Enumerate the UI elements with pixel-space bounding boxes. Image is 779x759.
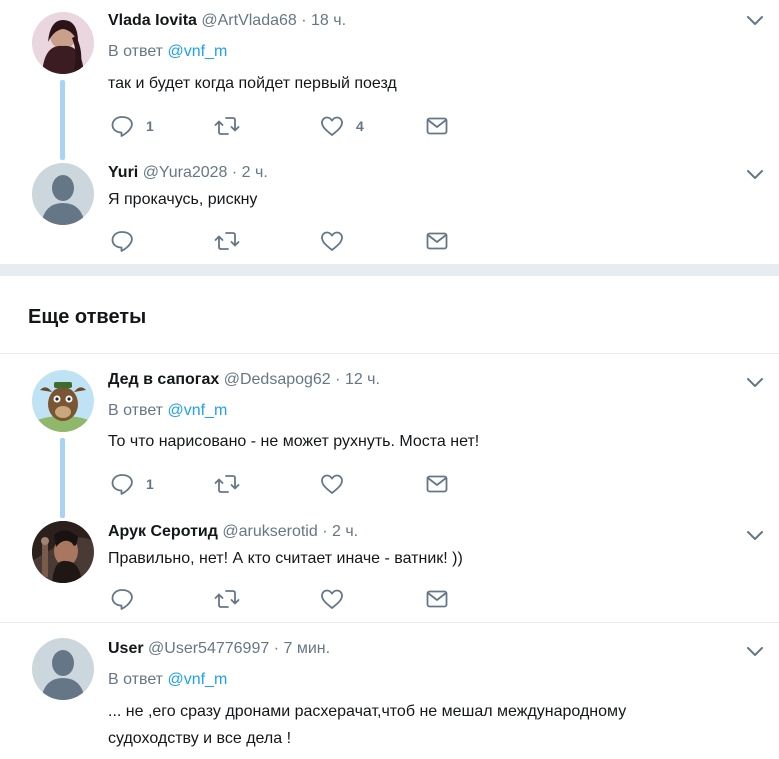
chevron-down-icon[interactable] — [745, 525, 765, 545]
reply-context: В ответ @vnf_m — [108, 401, 227, 421]
reply-count: 1 — [146, 118, 154, 134]
tweet-text: ... не ,его сразу дронами расхерачат,что… — [108, 703, 627, 747]
reply-mention-link[interactable]: @vnf_m — [167, 43, 227, 60]
reply-context: В ответ @vnf_m — [108, 42, 227, 62]
author-handle[interactable]: @Dedsapog62 — [224, 371, 331, 388]
author-name[interactable]: Арук Серотид — [108, 523, 218, 540]
author-name[interactable]: Vlada Iovita — [108, 12, 197, 29]
thread-line — [60, 80, 65, 160]
retweet-icon — [214, 232, 240, 250]
reply-prefix: В ответ — [108, 402, 164, 419]
separator-dot: · — [322, 523, 328, 540]
envelope-icon — [426, 117, 448, 135]
tweet-text: Я прокачусь, рискну — [108, 191, 258, 208]
reply-prefix: В ответ — [108, 43, 164, 60]
retweet-button[interactable] — [214, 229, 252, 253]
reply-button[interactable] — [110, 587, 146, 611]
avatar[interactable] — [32, 521, 94, 583]
retweet-icon — [214, 475, 240, 493]
avatar[interactable] — [32, 12, 94, 74]
separator-dot: · — [335, 371, 341, 388]
reply-mention-link[interactable]: @vnf_m — [167, 671, 227, 688]
avatar[interactable] — [32, 163, 94, 225]
tweet[interactable]: Дед в сапогах @Dedsapog62 · 12 ч. В отве… — [0, 354, 779, 518]
retweet-button[interactable] — [214, 587, 252, 611]
tweet-actions — [108, 587, 508, 611]
author-handle[interactable]: @Yura2028 — [143, 164, 228, 181]
reply-prefix: В ответ — [108, 671, 164, 688]
timestamp[interactable]: 2 ч. — [332, 523, 358, 540]
heart-icon — [321, 231, 343, 251]
timestamp[interactable]: 12 ч. — [345, 371, 380, 388]
reply-context: В ответ @vnf_m — [108, 670, 227, 690]
separator-dot: · — [301, 12, 307, 29]
timestamp[interactable]: 18 ч. — [311, 12, 346, 29]
envelope-icon — [426, 590, 448, 608]
avatar[interactable] — [32, 370, 94, 432]
retweet-icon — [214, 590, 240, 608]
section-title: Еще ответы — [28, 306, 147, 328]
like-count: 4 — [356, 118, 364, 134]
tweet-actions — [108, 229, 508, 253]
reply-icon — [111, 474, 133, 495]
separator-dot: · — [231, 164, 238, 181]
tweet[interactable]: Yuri @Yura2028 · 2 ч. Я прокачусь, рискн… — [0, 158, 779, 264]
like-button[interactable] — [320, 229, 356, 253]
direct-message-button[interactable] — [426, 472, 448, 496]
like-button[interactable] — [320, 587, 356, 611]
reply-icon — [111, 589, 133, 610]
tweet[interactable]: Vlada Iovita @ArtVlada68 · 18 ч. В ответ… — [0, 0, 779, 160]
chevron-down-icon[interactable] — [745, 372, 765, 392]
author-handle[interactable]: @User54776997 — [148, 640, 269, 657]
tweet-actions: 1 — [108, 472, 508, 496]
heart-icon — [321, 589, 343, 609]
like-button[interactable] — [320, 472, 356, 496]
reply-count: 1 — [146, 476, 154, 492]
author-name[interactable]: Дед в сапогах — [108, 371, 219, 388]
reply-mention-link[interactable]: @vnf_m — [167, 402, 227, 419]
retweet-button[interactable] — [214, 472, 252, 496]
tweet-text: То что нарисовано - не может рухнуть. Мо… — [108, 433, 480, 450]
timestamp[interactable]: 7 мин. — [283, 640, 330, 657]
author-name[interactable]: Yuri — [108, 164, 138, 181]
avatar[interactable] — [32, 638, 94, 700]
thread-line — [60, 438, 65, 518]
chevron-down-icon[interactable] — [745, 641, 765, 661]
direct-message-button[interactable] — [426, 114, 448, 138]
timestamp[interactable]: 2 ч. — [242, 164, 268, 181]
section-gap — [0, 264, 779, 276]
reply-button[interactable]: 1 — [110, 114, 154, 138]
reply-icon — [111, 231, 133, 252]
author-handle[interactable]: @arukserotid — [222, 523, 317, 540]
direct-message-button[interactable] — [426, 587, 448, 611]
tweet-text: Правильно, нет! А кто считает иначе - ва… — [108, 550, 463, 567]
retweet-button[interactable] — [214, 114, 252, 138]
reply-button[interactable] — [110, 229, 146, 253]
chevron-down-icon[interactable] — [745, 10, 765, 30]
tweet-actions: 1 4 — [108, 114, 508, 138]
retweet-icon — [214, 117, 240, 135]
envelope-icon — [426, 232, 448, 250]
tweet[interactable]: User @User54776997 · 7 мин. В ответ @vnf… — [0, 623, 779, 759]
direct-message-button[interactable] — [426, 229, 448, 253]
tweet[interactable]: Арук Серотид @arukserotid · 2 ч. Правиль… — [0, 515, 779, 621]
reply-button[interactable]: 1 — [110, 472, 154, 496]
author-handle[interactable]: @ArtVlada68 — [201, 12, 296, 29]
separator-dot: · — [273, 640, 280, 657]
tweet-text: так и будет когда пойдет первый поезд — [108, 75, 397, 92]
author-name[interactable]: User — [108, 640, 144, 657]
chevron-down-icon[interactable] — [745, 164, 765, 184]
like-button[interactable]: 4 — [320, 114, 364, 138]
heart-icon — [321, 474, 343, 494]
reply-icon — [111, 116, 133, 137]
envelope-icon — [426, 475, 448, 493]
heart-icon — [321, 116, 343, 136]
